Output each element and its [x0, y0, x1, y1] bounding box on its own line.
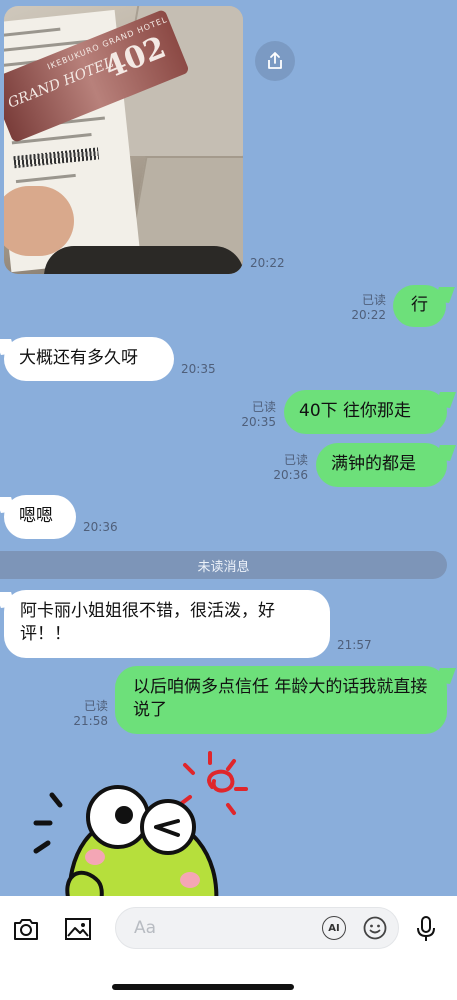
message-text: 嗯嗯	[19, 506, 53, 526]
message-text: 满钟的都是	[331, 454, 416, 474]
outgoing-message[interactable]: 以后咱俩多点信任 年龄大的话我就直接说了	[115, 666, 447, 734]
hand	[4, 186, 74, 256]
message-time: 20:22	[250, 256, 285, 270]
share-button[interactable]	[255, 41, 295, 81]
read-status: 已读 20:22	[351, 293, 386, 322]
emoji-button[interactable]	[363, 916, 387, 944]
home-indicator	[112, 984, 294, 990]
message-text: 阿卡丽小姐姐很不错，很活泼，好评！！	[20, 601, 275, 644]
shoe	[44, 246, 243, 274]
message-input-placeholder: Aa	[134, 918, 157, 938]
ai-icon: AI	[328, 922, 340, 934]
microphone-icon	[417, 916, 435, 941]
message-time: 20:36	[83, 520, 118, 534]
chat-area[interactable]: IKEBUKURO GRAND HOTEL GRAND HOTEL 402 20…	[0, 0, 457, 896]
incoming-message[interactable]: 嗯嗯	[4, 495, 76, 539]
camera-button[interactable]	[11, 915, 41, 943]
message-time: 20:35	[181, 362, 216, 376]
incoming-message[interactable]: 大概还有多久呀	[4, 337, 174, 381]
frog-eye-right	[140, 799, 196, 855]
outgoing-message[interactable]: 满钟的都是	[316, 443, 447, 487]
message-text: 40下 往你那走	[299, 401, 412, 421]
outgoing-message[interactable]: 40下 往你那走	[284, 390, 447, 434]
image-icon	[65, 918, 91, 940]
photo-message[interactable]: IKEBUKURO GRAND HOTEL GRAND HOTEL 402	[4, 6, 243, 274]
message-text: 以后咱俩多点信任 年龄大的话我就直接说了	[133, 677, 428, 720]
emoji-icon	[363, 916, 387, 940]
gallery-button[interactable]	[63, 915, 93, 943]
sparkle-icon	[180, 751, 248, 815]
motion-lines	[33, 792, 63, 854]
read-status: 已读 20:36	[273, 453, 308, 482]
message-text: 大概还有多久呀	[19, 348, 138, 368]
unread-divider: 未读消息	[0, 551, 447, 579]
read-status: 已读 20:35	[241, 400, 276, 429]
message-time: 21:57	[337, 638, 372, 652]
incoming-message[interactable]: 阿卡丽小姐姐很不错，很活泼，好评！！	[4, 590, 330, 658]
message-text: 行	[411, 295, 428, 315]
voice-button[interactable]	[411, 915, 441, 943]
message-input[interactable]: Aa AI	[115, 907, 399, 949]
ai-button[interactable]: AI	[322, 916, 346, 940]
camera-icon	[14, 919, 38, 940]
outgoing-message[interactable]: 行	[393, 285, 446, 327]
share-icon	[268, 52, 282, 69]
frog-sticker[interactable]	[20, 745, 260, 896]
read-status: 已读 21:58	[73, 699, 108, 728]
